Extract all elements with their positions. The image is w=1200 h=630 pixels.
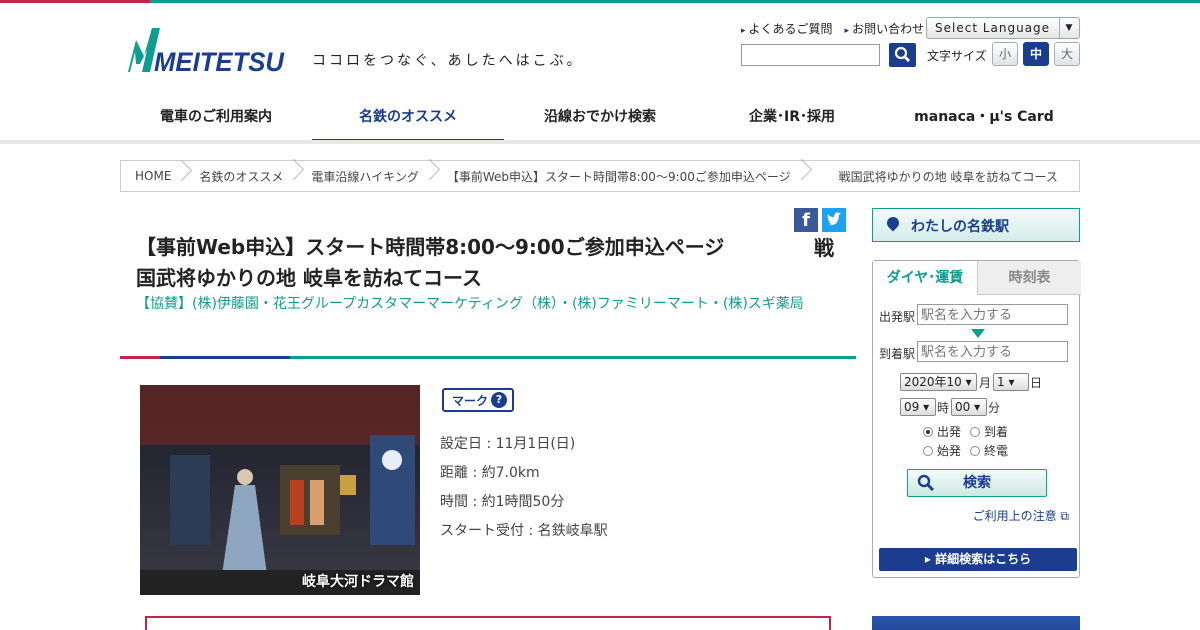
radio-departure[interactable]: 出発 — [923, 423, 961, 440]
logo-text: MEITETSU — [154, 47, 285, 74]
day-value: 1 — [997, 375, 1005, 389]
nav-item-recommend[interactable]: 名鉄のオススメ — [312, 95, 504, 143]
tab-timetable[interactable]: 時刻表 — [977, 261, 1081, 295]
to-station-label: 到着駅 — [879, 347, 916, 361]
breadcrumb: HOME 名鉄のオススメ 電車沿線ハイキング 【事前Web申込】スタート時間帯8… — [120, 160, 1080, 192]
mark-button[interactable]: マーク ? — [442, 388, 514, 412]
font-size-small-button[interactable]: 小 — [992, 42, 1018, 66]
museum-image — [140, 385, 420, 595]
info-distance: 距離 : 約7.0km — [440, 465, 540, 481]
arrow-right-icon: ▸ — [924, 552, 931, 566]
radio-dot-icon — [923, 446, 933, 456]
year-month-value: 2020年10 — [904, 375, 962, 389]
info-date: 設定日 : 11月1日(日) — [440, 436, 576, 452]
search-icon — [894, 46, 910, 62]
breadcrumb-hiking[interactable]: 電車沿線ハイキング — [297, 168, 432, 185]
chevron-down-icon: ▼ — [1059, 18, 1079, 38]
day-select[interactable]: 1 ▾ — [993, 373, 1029, 391]
my-station-button[interactable]: わたしの名鉄駅 — [872, 208, 1080, 242]
radio-last-train[interactable]: 終電 — [970, 442, 1008, 459]
radio-arrival[interactable]: 到着 — [970, 423, 1008, 440]
nav-item-outing-search[interactable]: 沿線おでかけ検索 — [504, 95, 696, 143]
info-time: 時間 : 約1時間50分 — [440, 494, 565, 510]
day-unit: 日 — [1030, 376, 1043, 390]
font-size-large-button[interactable]: 大 — [1054, 42, 1080, 66]
month-unit: 月 — [979, 376, 992, 390]
arrow-down-icon — [971, 329, 985, 338]
radio-dot-icon — [970, 427, 980, 437]
breadcrumb-current: 戦国武将ゆかりの地 岐阜を訪ねてコース — [838, 169, 1058, 184]
radio-dot-icon — [923, 427, 933, 437]
from-station-input[interactable] — [917, 304, 1068, 325]
to-station-input[interactable] — [917, 341, 1068, 362]
nav-item-train-guide[interactable]: 電車のご利用案内 — [120, 95, 312, 143]
external-link-icon: ⧉ — [1060, 509, 1069, 523]
minute-value: 00 — [955, 400, 971, 414]
title-divider — [120, 356, 856, 359]
utility-links: よくあるご質問 お問い合わせ — [741, 20, 925, 37]
breadcrumb-recommend[interactable]: 名鉄のオススメ — [185, 168, 297, 185]
breadcrumb-application[interactable]: 【事前Web申込】スタート時間帯8:00～9:00ご参加申込ページ — [433, 168, 805, 185]
font-size-medium-button[interactable]: 中 — [1023, 42, 1049, 66]
site-search-input[interactable] — [741, 44, 880, 66]
radio-departure-label: 出発 — [937, 425, 962, 439]
sponsor-text: 【協賛】(株)伊藤園・花王グループカスタマーマーケティング（株）・(株)ファミリ… — [136, 296, 804, 312]
language-select[interactable]: Select Language ▼ — [926, 17, 1080, 39]
usage-notice-label: ご利用上の注意 — [972, 509, 1057, 523]
radio-dot-icon — [970, 446, 980, 456]
page-title-tail: 戦 — [814, 236, 834, 260]
global-nav: 電車のご利用案内 名鉄のオススメ 沿線おでかけ検索 企業･IR･採用 manac… — [120, 95, 1080, 143]
breadcrumb-home[interactable]: HOME — [121, 169, 185, 183]
font-size-label: 文字サイズ — [927, 49, 987, 63]
nav-item-manaca[interactable]: manaca・μ's Card — [888, 95, 1080, 143]
contact-link[interactable]: お問い合わせ — [845, 20, 924, 37]
notice-box — [145, 616, 831, 630]
faq-link[interactable]: よくあるご質問 — [741, 20, 833, 37]
minute-unit: 分 — [988, 401, 1001, 415]
page-title: 【事前Web申込】スタート時間帯8:00～9:00ご参加申込ページ 国武将ゆかり… — [136, 235, 745, 290]
hour-select[interactable]: 09 ▾ — [900, 398, 936, 416]
meitetsu-logo[interactable]: MEITETSU — [126, 26, 286, 74]
route-search-panel: ダイヤ･運賃 時刻表 出発駅 到着駅 2020年10 ▾ 月 1 ▾ 日 09 … — [872, 260, 1081, 578]
radio-first-train-label: 始発 — [937, 444, 962, 458]
help-icon: ? — [491, 392, 507, 408]
radio-last-train-label: 終電 — [984, 444, 1009, 458]
tagline: ココロをつなぐ、あしたへはこぶ。 — [312, 53, 584, 69]
map-pin-icon — [884, 214, 902, 232]
facebook-share-button[interactable]: f — [794, 208, 818, 232]
hour-value: 09 — [904, 400, 920, 414]
facebook-icon: f — [802, 210, 810, 231]
detailed-search-button[interactable]: ▸ 詳細検索はこちら — [879, 548, 1077, 571]
hour-unit: 時 — [937, 401, 950, 415]
course-photo: 岐阜大河ドラマ館 — [140, 385, 420, 595]
top-accent-bar — [0, 0, 1200, 3]
search-icon — [917, 474, 935, 492]
info-start: スタート受付 : 名鉄岐阜駅 — [440, 523, 608, 539]
language-select-label: Select Language — [935, 21, 1051, 35]
photo-caption: 岐阜大河ドラマ館 — [302, 574, 414, 590]
tab-timetable-fare[interactable]: ダイヤ･運賃 — [873, 261, 977, 295]
from-station-label: 出発駅 — [879, 310, 916, 324]
site-search-button[interactable] — [889, 43, 916, 67]
sidebar-banner[interactable] — [872, 616, 1080, 630]
mark-label: マーク — [452, 394, 489, 408]
radio-first-train[interactable]: 始発 — [923, 442, 961, 459]
detailed-search-label: 詳細検索はこちら — [935, 552, 1032, 566]
twitter-share-button[interactable] — [822, 208, 846, 232]
minute-select[interactable]: 00 ▾ — [951, 398, 987, 416]
year-month-select[interactable]: 2020年10 ▾ — [900, 373, 977, 391]
route-search-button[interactable]: 検索 — [907, 469, 1047, 497]
nav-divider — [0, 140, 1200, 144]
radio-arrival-label: 到着 — [984, 425, 1009, 439]
usage-notice-link[interactable]: ご利用上の注意 ⧉ — [973, 507, 1069, 524]
my-station-label: わたしの名鉄駅 — [911, 219, 1009, 235]
route-search-label: 検索 — [963, 475, 991, 491]
twitter-icon — [827, 212, 841, 226]
nav-item-corporate[interactable]: 企業･IR･採用 — [696, 95, 888, 143]
